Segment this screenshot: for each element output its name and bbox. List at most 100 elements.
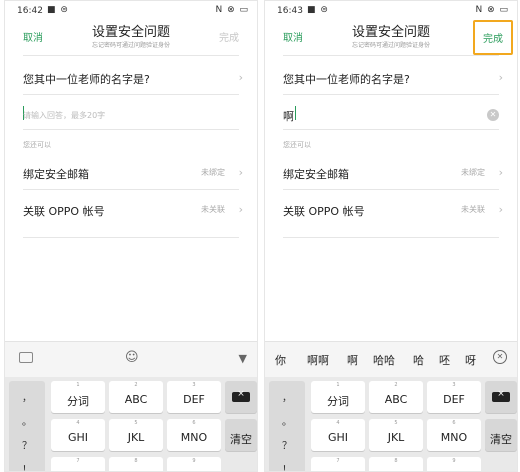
key-5[interactable]: 5 JKL xyxy=(109,419,163,451)
status-icons-left: ■ ⊜ xyxy=(47,5,69,15)
clear-key[interactable]: 清空 xyxy=(225,419,257,451)
punct-key[interactable]: ？ xyxy=(271,437,303,452)
backspace-icon xyxy=(232,389,250,402)
link-oppo-account-row[interactable]: 关联 OPPO 帐号 未关联 › xyxy=(23,203,247,219)
chevron-right-icon: › xyxy=(498,71,503,84)
answer-input[interactable]: 啊 xyxy=(283,108,294,124)
question-text: 您其中一位老师的名字是? xyxy=(283,73,410,86)
chevron-right-icon: › xyxy=(238,71,243,84)
hint-text: 您还可以 xyxy=(23,141,51,149)
bind-email-label: 绑定安全邮箱 xyxy=(23,168,89,181)
header: 取消 设置安全问题 忘记密码可通过问题验证身份 完成 xyxy=(265,19,517,55)
question-selector[interactable]: 您其中一位老师的名字是? › xyxy=(283,71,507,87)
punct-key[interactable]: 。 xyxy=(11,413,43,428)
chevron-down-icon[interactable]: ▼ xyxy=(239,352,247,365)
link-oppo-status: 未关联 xyxy=(201,205,225,214)
key-4[interactable]: 4 GHI xyxy=(51,419,105,451)
punctuation-column[interactable]: ， 。 ？ ！ xyxy=(9,381,45,471)
divider xyxy=(23,189,239,190)
punct-key[interactable]: ， xyxy=(11,389,43,404)
key-6[interactable]: 6 MNO xyxy=(167,419,221,451)
key-6[interactable]: 6 MNO xyxy=(427,419,481,451)
status-icons-right: N ⊗ ▭ xyxy=(475,5,509,15)
divider xyxy=(283,129,499,130)
key-3[interactable]: 3 DEF xyxy=(167,381,221,413)
status-time: 16:42 xyxy=(17,6,43,16)
hint-text: 您还可以 xyxy=(283,141,311,149)
backspace-key[interactable] xyxy=(485,381,517,413)
link-oppo-account-row[interactable]: 关联 OPPO 帐号 未关联 › xyxy=(283,203,507,219)
punct-key[interactable]: ？ xyxy=(11,437,43,452)
header: 取消 设置安全问题 忘记密码可通过问题验证身份 完成 xyxy=(5,19,257,55)
bind-email-status: 未绑定 xyxy=(201,168,225,177)
key-9[interactable]: 9 xyxy=(427,457,481,471)
link-oppo-status: 未关联 xyxy=(461,205,485,214)
key-2[interactable]: 2 ABC xyxy=(109,381,163,413)
done-button[interactable]: 完成 xyxy=(473,20,513,55)
candidate-word[interactable]: 你 xyxy=(275,352,286,368)
key-1[interactable]: 1 分词 xyxy=(311,381,365,413)
punct-key[interactable]: ！ xyxy=(11,461,43,471)
candidate-word[interactable]: 啊 xyxy=(347,352,358,368)
candidate-word[interactable]: 呀 xyxy=(465,352,476,368)
candidate-word[interactable]: 哈哈 xyxy=(373,352,395,368)
status-bar: 16:43 ■ ⊜ N ⊗ ▭ xyxy=(265,5,517,19)
key-2[interactable]: 2 ABC xyxy=(369,381,423,413)
question-selector[interactable]: 您其中一位老师的名字是? › xyxy=(23,71,247,87)
key-9[interactable]: 9 xyxy=(167,457,221,471)
punct-key[interactable]: ！ xyxy=(271,461,303,471)
candidate-bar: 你 啊啊 啊 哈哈 哈 呸 呀 ✕ xyxy=(265,341,517,377)
emoji-icon[interactable]: ☺ xyxy=(125,350,139,365)
divider xyxy=(283,189,499,190)
key-3[interactable]: 3 DEF xyxy=(427,381,481,413)
punct-key[interactable]: ， xyxy=(271,389,303,404)
done-button[interactable]: 完成 xyxy=(219,29,239,44)
key-1[interactable]: 1 分词 xyxy=(51,381,105,413)
divider xyxy=(23,129,239,130)
close-candidates-icon[interactable]: ✕ xyxy=(493,350,507,364)
divider xyxy=(283,94,499,95)
status-bar: 16:42 ■ ⊜ N ⊗ ▭ xyxy=(5,5,257,19)
chevron-right-icon: › xyxy=(498,203,503,216)
keyboard-icon[interactable] xyxy=(19,352,33,363)
bind-email-label: 绑定安全邮箱 xyxy=(283,168,349,181)
divider xyxy=(23,94,239,95)
backspace-key[interactable] xyxy=(225,381,257,413)
bind-email-status: 未绑定 xyxy=(461,168,485,177)
link-oppo-label: 关联 OPPO 帐号 xyxy=(283,205,365,218)
clear-input-icon[interactable]: ✕ xyxy=(487,109,499,121)
candidate-word[interactable]: 啊啊 xyxy=(307,352,329,368)
status-time: 16:43 xyxy=(277,6,303,16)
answer-input[interactable]: 请输入回答，最多20字 xyxy=(23,110,105,121)
bind-email-row[interactable]: 绑定安全邮箱 未绑定 › xyxy=(283,166,507,182)
backspace-icon xyxy=(492,389,510,402)
candidate-word[interactable]: 哈 xyxy=(413,352,424,368)
key-5[interactable]: 5 JKL xyxy=(369,419,423,451)
punctuation-column[interactable]: ， 。 ？ ！ xyxy=(269,381,305,471)
divider xyxy=(283,237,499,238)
status-icons-right: N ⊗ ▭ xyxy=(215,5,249,15)
divider xyxy=(23,55,239,56)
key-8[interactable]: 8 xyxy=(369,457,423,471)
screen-right: 16:43 ■ ⊜ N ⊗ ▭ 取消 设置安全问题 忘记密码可通过问题验证身份 … xyxy=(264,0,518,472)
status-icons-left: ■ ⊜ xyxy=(307,5,329,15)
bind-email-row[interactable]: 绑定安全邮箱 未绑定 › xyxy=(23,166,247,182)
key-7[interactable]: 7 xyxy=(51,457,105,471)
keyboard: ， 。 ？ ！ 1分词 2ABC 3DEF 4GHI 5JKL 6MNO 清空 … xyxy=(5,377,257,471)
clear-key[interactable]: 清空 xyxy=(485,419,517,451)
key-7[interactable]: 7 xyxy=(311,457,365,471)
keyboard-toolbar: ☺ ▼ xyxy=(5,341,257,377)
chevron-right-icon: › xyxy=(238,203,243,216)
question-text: 您其中一位老师的名字是? xyxy=(23,73,150,86)
chevron-right-icon: › xyxy=(238,166,243,179)
punct-key[interactable]: 。 xyxy=(271,413,303,428)
divider xyxy=(283,55,499,56)
keyboard: ， 。 ？ ！ 1分词 2ABC 3DEF 4GHI 5JKL 6MNO 清空 … xyxy=(265,377,517,471)
key-4[interactable]: 4 GHI xyxy=(311,419,365,451)
key-8[interactable]: 8 xyxy=(109,457,163,471)
chevron-right-icon: › xyxy=(498,166,503,179)
text-caret xyxy=(295,106,296,120)
candidate-word[interactable]: 呸 xyxy=(439,352,450,368)
screen-left: 16:42 ■ ⊜ N ⊗ ▭ 取消 设置安全问题 忘记密码可通过问题验证身份 … xyxy=(4,0,258,472)
link-oppo-label: 关联 OPPO 帐号 xyxy=(23,205,105,218)
